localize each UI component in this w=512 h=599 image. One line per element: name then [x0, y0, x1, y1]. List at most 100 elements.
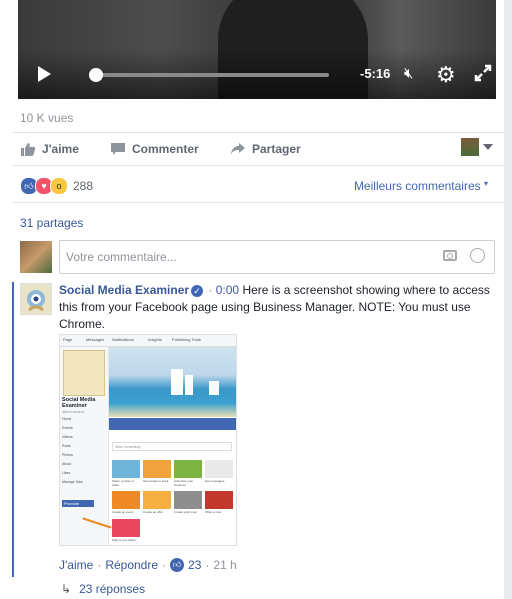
screenshot-menu-item: About — [62, 462, 72, 466]
divider — [12, 202, 504, 203]
screenshot-page-name: Social Media Examiner — [62, 397, 96, 409]
comment-icon — [111, 143, 125, 155]
comment-placeholder: Votre commentaire... — [66, 250, 177, 264]
time-remaining: -5:16 — [360, 66, 391, 81]
comment-label: Commenter — [132, 142, 199, 156]
thumbs-up-icon — [21, 143, 36, 156]
screenshot-menu-item: Posts — [62, 444, 71, 448]
screenshot-tile-label: Write a note — [205, 510, 222, 514]
screenshot-building — [171, 369, 183, 395]
screenshot-menu-item: Manage Tabs — [62, 480, 83, 484]
screenshot-tile — [143, 460, 171, 478]
smiley-icon[interactable] — [470, 248, 485, 263]
avatar[interactable] — [20, 241, 52, 273]
screenshot-tile-label: Start a Live Video — [112, 538, 136, 542]
share-button[interactable]: Partager — [230, 142, 301, 156]
screenshot-tile-label: Create an offer — [143, 510, 163, 514]
screenshot-tab: Publishing Tools — [172, 337, 201, 342]
replies-count: 23 réponses — [79, 582, 146, 596]
like-button[interactable]: J'aime — [20, 142, 79, 156]
screenshot-tile-label: Create an event — [112, 510, 134, 514]
play-icon[interactable] — [38, 66, 51, 82]
screenshot-tile-label: Share a photo or video — [112, 479, 135, 487]
thread-highlight-bar — [12, 282, 14, 577]
post-as-selector[interactable] — [461, 138, 493, 156]
screenshot-tile — [174, 460, 202, 478]
screenshot-building — [185, 375, 193, 395]
screenshot-tabbar: Page Messages Notifications Insights Pub… — [60, 335, 236, 347]
video-timestamp-link[interactable]: 0:00 — [216, 283, 239, 297]
screenshot-tab: Page — [63, 337, 73, 342]
chevron-down-icon: ▾ — [483, 179, 488, 188]
view-count: 10 K vues — [20, 111, 74, 125]
reaction-count: 288 — [73, 179, 94, 193]
screenshot-tile-label: Get people to book — [143, 479, 169, 483]
share-label: Partager — [252, 142, 301, 156]
post-card: -5:16 🔇︎ ⚙ 10 K vues J'aime Commenter Pa… — [0, 0, 504, 599]
reply-arrow-icon: ↳ — [61, 582, 72, 596]
shares-link[interactable]: 31 partages — [20, 216, 83, 230]
screenshot-menu-item: Likes — [62, 471, 71, 475]
screenshot-menu-item: Home — [62, 417, 72, 421]
share-icon — [231, 143, 245, 155]
screenshot-live-video-tile — [112, 519, 140, 537]
screenshot-tile-label: Get messages — [205, 479, 225, 483]
view-replies-link[interactable]: ↳ 23 réponses — [61, 582, 145, 596]
comment-attachment-image[interactable]: Page Messages Notifications Insights Pub… — [59, 334, 237, 546]
fullscreen-icon[interactable] — [474, 64, 492, 82]
avatar[interactable] — [20, 283, 52, 315]
screenshot-menu-item: Events — [62, 426, 73, 430]
comment-input[interactable]: Votre commentaire... — [59, 240, 495, 274]
screenshot-building — [209, 381, 219, 395]
screenshot-tile — [174, 491, 202, 509]
screenshot-tab: Insights — [148, 337, 162, 342]
screenshot-tile — [205, 460, 233, 478]
examiner-logo-icon — [27, 290, 45, 312]
comment-age: 21 h — [213, 558, 237, 572]
comment-like-count[interactable]: 23 — [188, 558, 201, 572]
screenshot-write-box: Write something... — [112, 442, 232, 451]
screenshot-tile — [205, 491, 233, 509]
comment-actions: J'aime · Répondre · 👍︎ 23 · 21 h — [59, 558, 237, 572]
screenshot-tile — [143, 491, 171, 509]
screenshot-blue-banner — [109, 418, 236, 430]
screenshot-cover-photo — [109, 347, 236, 417]
screenshot-page-logo — [63, 350, 105, 396]
screenshot-handle: @smexaminer — [62, 410, 85, 414]
screenshot-tile-label: Advertise your business — [174, 479, 194, 487]
wow-reaction-icon: o — [50, 177, 68, 195]
separator: · — [97, 558, 102, 572]
comment-timestamp-sep: · — [208, 283, 213, 297]
sort-label: Meilleurs commentaires — [353, 179, 481, 193]
screenshot-tab: Notifications — [112, 337, 134, 342]
comment-author-link[interactable]: Social Media Examiner — [59, 283, 189, 297]
comment-sort-dropdown[interactable]: Meilleurs commentaires ▾ — [354, 179, 488, 193]
screenshot-promote-button: Promote — [62, 500, 94, 507]
mute-icon[interactable]: 🔇︎ — [404, 65, 413, 82]
screenshot-sidebar: Social Media Examiner @smexaminer Home E… — [60, 347, 109, 545]
gear-icon[interactable]: ⚙ — [436, 62, 456, 88]
separator: · — [162, 558, 167, 572]
comment-body: Social Media Examiner ✓ · 0:00 Here is a … — [59, 282, 499, 333]
thumbs-up-icon: 👍︎ — [170, 558, 185, 572]
screenshot-tile — [112, 491, 140, 509]
camera-icon[interactable] — [443, 250, 457, 261]
comment-reply-link[interactable]: Répondre — [105, 558, 158, 572]
divider — [12, 132, 504, 133]
scrub-handle[interactable] — [89, 68, 103, 82]
video-progress-bar[interactable] — [89, 68, 329, 82]
divider — [12, 165, 504, 166]
chevron-down-icon — [483, 144, 493, 150]
screenshot-tile-label: Create a job post — [174, 510, 197, 514]
screenshot-tab: Messages — [86, 337, 105, 342]
video-player[interactable]: -5:16 🔇︎ ⚙ — [18, 0, 496, 99]
reactions-summary[interactable]: 👍︎ ♥ o 288 — [20, 177, 93, 195]
comment-like-link[interactable]: J'aime — [59, 558, 93, 572]
like-label: J'aime — [42, 142, 79, 156]
screenshot-menu-item: Videos — [62, 435, 73, 439]
screenshot-menu-item: Photos — [62, 453, 73, 457]
separator: · — [205, 558, 210, 572]
comment-button[interactable]: Commenter — [110, 142, 199, 156]
avatar — [461, 138, 479, 156]
screenshot-tile — [112, 460, 140, 478]
